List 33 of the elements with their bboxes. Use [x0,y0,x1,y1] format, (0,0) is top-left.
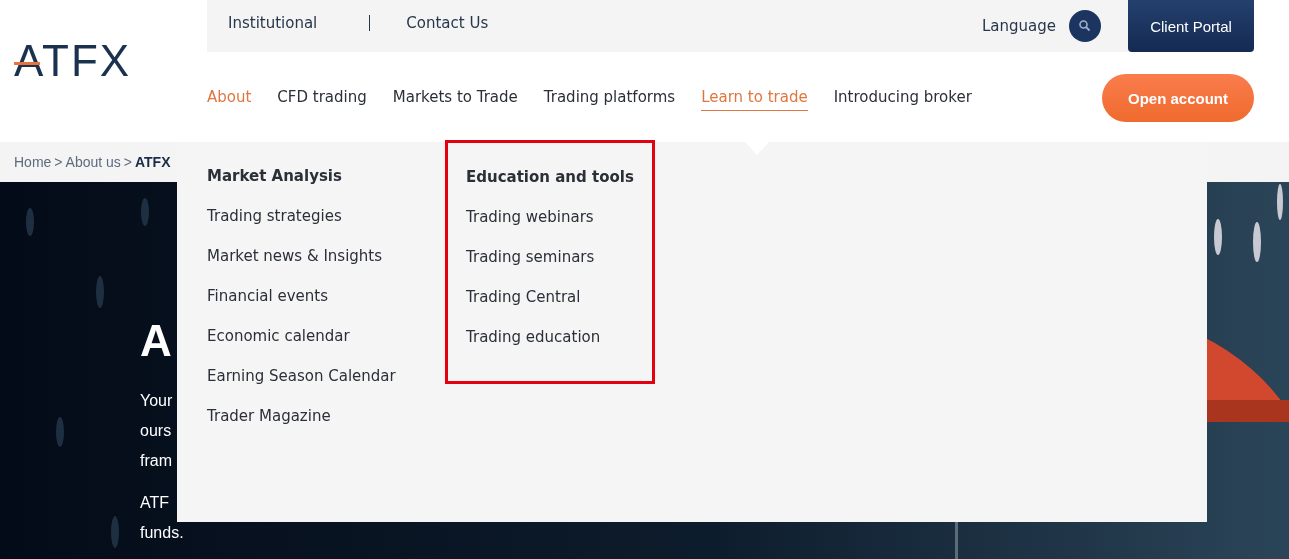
menu-item[interactable]: Market news & Insights [207,246,383,266]
hero-heading: A [140,316,172,366]
hero-text: fram [140,451,172,471]
client-portal-button[interactable]: Client Portal [1128,0,1254,52]
menu-heading: Education and tools [466,167,634,187]
breadcrumb-current: ATFX [135,154,171,170]
nav-link[interactable]: CFD trading [277,83,367,111]
hero-text: funds. [140,523,184,543]
menu-item[interactable]: Economic calendar [207,326,350,346]
nav-link[interactable]: Introducing broker [833,83,972,111]
menu-item[interactable]: Trading seminars [466,247,595,267]
hero-text: Your [140,391,173,411]
menu-item[interactable]: Earning Season Calendar [207,366,396,386]
logo[interactable]: ATFX [0,0,207,142]
breadcrumb-link[interactable]: Home [14,154,52,170]
top-link[interactable]: Institutional [228,14,318,32]
breadcrumb-link[interactable]: About us [65,154,121,170]
menu-heading: Market Analysis [207,166,343,186]
nav-link[interactable]: Markets to Trade [392,83,518,111]
language-link[interactable]: Language [981,17,1056,35]
search-icon[interactable] [1069,10,1101,42]
menu-item[interactable]: Trading Central [466,287,581,307]
breadcrumb-separator: > [123,154,132,170]
top-link[interactable]: Contact Us [406,14,489,32]
hero-text: ours [140,421,172,441]
menu-item[interactable]: Trading webinars [466,207,594,227]
menu-item[interactable]: Trader Magazine [207,406,331,426]
menu-item[interactable]: Trading strategies [207,206,342,226]
hero-text: ATF [140,493,170,513]
menu-item[interactable]: Financial events [207,286,328,306]
breadcrumb-separator: > [54,154,63,170]
menu-item[interactable]: Trading education [466,327,601,347]
nav-link[interactable]: Trading platforms [543,83,676,111]
